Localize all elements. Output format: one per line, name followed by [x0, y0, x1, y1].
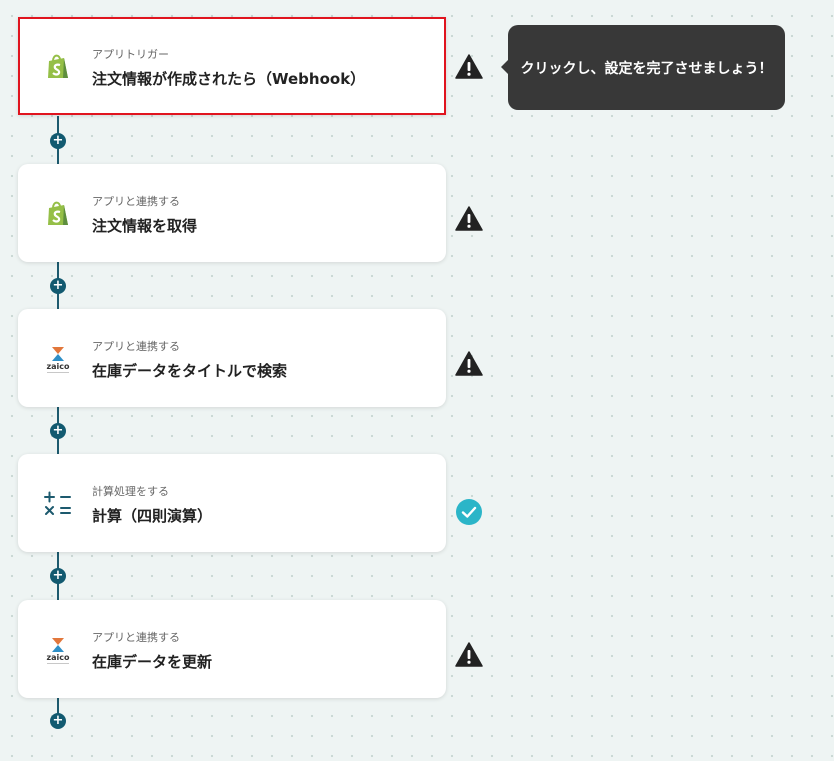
- tooltip-text: クリックし、設定を完了させましょう！: [520, 60, 773, 77]
- warning-icon: [455, 351, 483, 376]
- add-step-button[interactable]: +: [50, 713, 66, 729]
- step-title: 計算（四則演算）: [92, 507, 213, 525]
- step-card-trigger[interactable]: アプリトリガー 注文情報が作成されたら（Webhook）: [18, 17, 446, 115]
- warning-icon: [455, 54, 483, 79]
- warning-icon: [455, 206, 483, 231]
- step-title: 在庫データを更新: [92, 653, 213, 671]
- step-title: 注文情報を取得: [92, 217, 198, 235]
- svg-text:zaico: zaico: [46, 653, 70, 662]
- step-title: 在庫データをタイトルで検索: [92, 362, 288, 380]
- tooltip: クリックし、設定を完了させましょう！: [501, 25, 785, 110]
- step-card-action[interactable]: アプリと連携する 注文情報を取得: [18, 164, 446, 262]
- calculator-icon: [44, 491, 71, 515]
- add-step-button[interactable]: +: [50, 568, 66, 584]
- check-icon: [456, 499, 482, 525]
- add-step-button[interactable]: +: [50, 278, 66, 294]
- step-type-label: アプリと連携する: [92, 340, 180, 353]
- add-step-button[interactable]: +: [50, 133, 66, 149]
- step-type-label: 計算処理をする: [92, 485, 169, 498]
- step-type-label: アプリと連携する: [92, 195, 180, 208]
- zaico-icon: zaico: [46, 347, 70, 373]
- add-step-button[interactable]: +: [50, 423, 66, 439]
- svg-text:zaico: zaico: [46, 362, 70, 371]
- step-card-calculation[interactable]: 計算処理をする 計算（四則演算）: [18, 454, 446, 552]
- step-title: 注文情報が作成されたら（Webhook）: [92, 70, 366, 88]
- step-type-label: アプリと連携する: [92, 631, 180, 644]
- step-type-label: アプリトリガー: [92, 48, 169, 61]
- zaico-icon: zaico: [46, 638, 70, 664]
- shopify-icon: [48, 201, 68, 225]
- shopify-icon: [48, 54, 68, 78]
- warning-icon: [455, 642, 483, 667]
- tooltip-arrow: [501, 60, 508, 74]
- step-card-action[interactable]: zaico アプリと連携する 在庫データを更新: [18, 600, 446, 698]
- step-card-action[interactable]: zaico アプリと連携する 在庫データをタイトルで検索: [18, 309, 446, 407]
